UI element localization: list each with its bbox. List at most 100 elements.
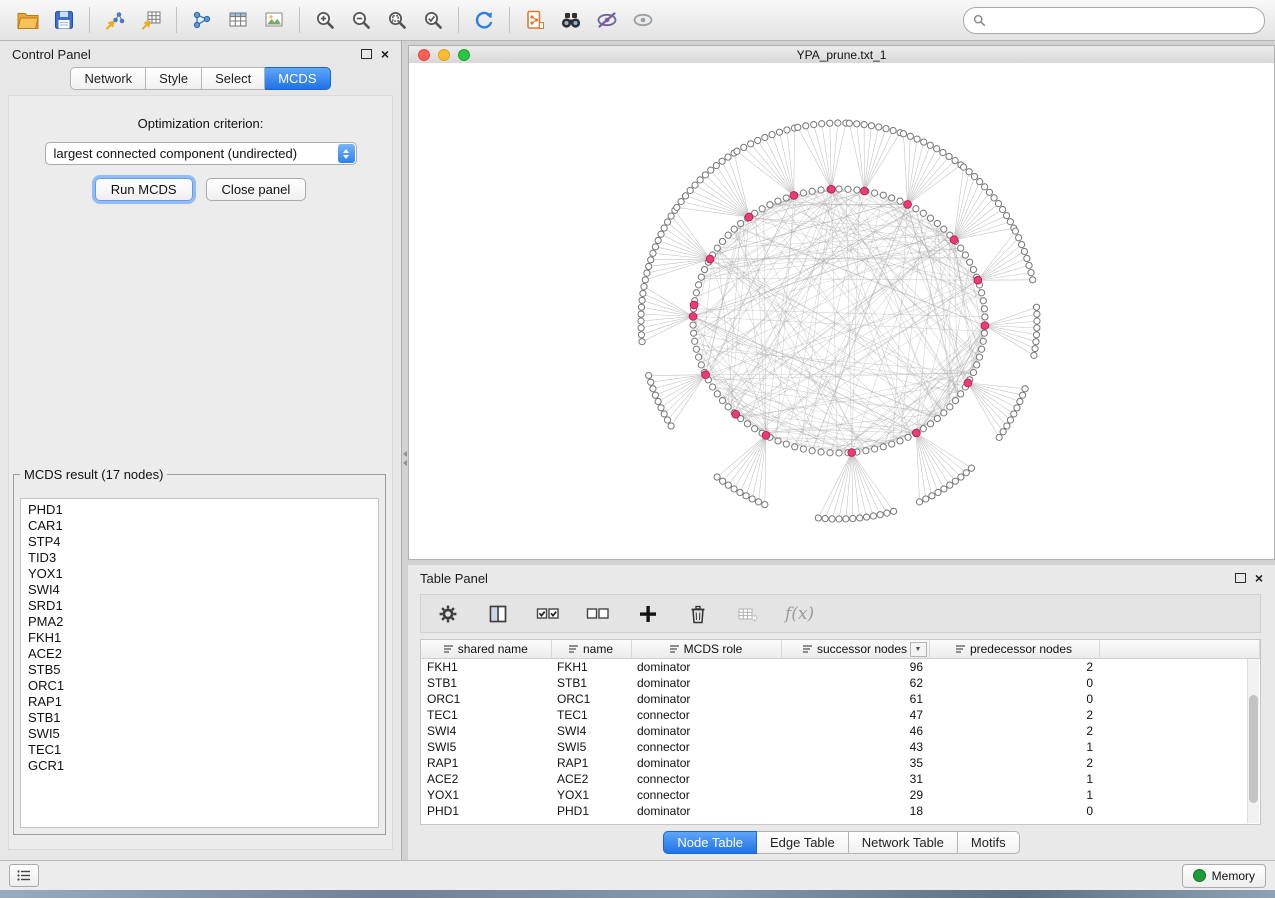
table-cell[interactable]: FKH1	[421, 659, 551, 676]
table-cell[interactable]: ACE2	[551, 771, 631, 787]
new-table-icon[interactable]	[220, 5, 256, 35]
add-row-icon[interactable]	[635, 601, 661, 627]
table-cell[interactable]: YOX1	[421, 787, 551, 803]
col-name[interactable]: name	[551, 640, 631, 659]
table-cell[interactable]: 1	[929, 739, 1099, 755]
mcds-node-item[interactable]: SWI4	[28, 582, 378, 598]
table-row[interactable]: ORC1ORC1dominator610	[421, 691, 1260, 707]
mcds-node-item[interactable]: PHD1	[28, 502, 378, 518]
save-icon[interactable]	[46, 5, 82, 35]
search-input[interactable]	[963, 7, 1265, 34]
select-all-icon[interactable]	[535, 601, 561, 627]
table-cell[interactable]: STB1	[421, 675, 551, 691]
table-cell[interactable]: ORC1	[421, 691, 551, 707]
mcds-node-item[interactable]: SWI5	[28, 726, 378, 742]
col-mcds-role[interactable]: MCDS role	[631, 640, 781, 659]
table-cell[interactable]: 62	[781, 675, 929, 691]
float-window-icon[interactable]	[1235, 573, 1246, 583]
run-mcds-button[interactable]: Run MCDS	[95, 178, 193, 201]
table-cell[interactable]: dominator	[631, 755, 781, 771]
float-window-icon[interactable]	[361, 49, 372, 59]
mcds-node-item[interactable]: TEC1	[28, 742, 378, 758]
table-cell[interactable]: 0	[929, 675, 1099, 691]
close-panel-button[interactable]: Close panel	[206, 178, 307, 201]
import-network-icon[interactable]	[97, 5, 133, 35]
share-document-icon[interactable]	[517, 5, 553, 35]
memory-button[interactable]: Memory	[1182, 864, 1266, 888]
criterion-dropdown[interactable]: largest connected component (undirected)	[45, 142, 357, 165]
search-field[interactable]	[992, 12, 1255, 28]
tab-motifs[interactable]: Motifs	[958, 831, 1020, 854]
hide-selected-icon[interactable]	[589, 5, 625, 35]
table-cell[interactable]: 43	[781, 739, 929, 755]
mcds-node-item[interactable]: RAP1	[28, 694, 378, 710]
maximize-traffic-icon[interactable]	[458, 49, 470, 61]
search-network-icon[interactable]	[553, 5, 589, 35]
close-traffic-icon[interactable]	[418, 49, 430, 61]
table-cell[interactable]: FKH1	[551, 659, 631, 676]
table-cell[interactable]: 2	[929, 659, 1099, 676]
col-successor-nodes[interactable]: successor nodes▼	[781, 640, 929, 659]
minimize-traffic-icon[interactable]	[438, 49, 450, 61]
mcds-node-item[interactable]: FKH1	[28, 630, 378, 646]
table-cell[interactable]: dominator	[631, 675, 781, 691]
mcds-node-item[interactable]: STP4	[28, 534, 378, 550]
show-all-icon[interactable]	[625, 5, 661, 35]
table-cell[interactable]: 2	[929, 707, 1099, 723]
table-cell[interactable]: connector	[631, 707, 781, 723]
table-row[interactable]: ACE2ACE2connector311	[421, 771, 1260, 787]
table-cell[interactable]: 0	[929, 691, 1099, 707]
zoom-out-icon[interactable]	[343, 5, 379, 35]
table-cell[interactable]: ACE2	[421, 771, 551, 787]
col-predecessor-nodes[interactable]: predecessor nodes	[929, 640, 1099, 659]
table-cell[interactable]: connector	[631, 739, 781, 755]
table-cell[interactable]: SWI5	[551, 739, 631, 755]
new-network-icon[interactable]	[184, 5, 220, 35]
table-cell[interactable]: SWI5	[421, 739, 551, 755]
tab-style[interactable]: Style	[146, 67, 202, 90]
column-visibility-icon[interactable]	[485, 601, 511, 627]
table-scrollbar[interactable]	[1247, 659, 1259, 823]
open-folder-icon[interactable]	[10, 5, 46, 35]
mcds-node-item[interactable]: CAR1	[28, 518, 378, 534]
network-canvas[interactable]	[409, 63, 1274, 559]
table-cell[interactable]: SWI4	[551, 723, 631, 739]
table-cell[interactable]: 35	[781, 755, 929, 771]
mcds-node-item[interactable]: STB1	[28, 710, 378, 726]
table-cell[interactable]: STB1	[551, 675, 631, 691]
table-cell[interactable]: 2	[929, 723, 1099, 739]
table-cell[interactable]: RAP1	[421, 755, 551, 771]
zoom-in-icon[interactable]	[307, 5, 343, 35]
zoom-selected-icon[interactable]	[415, 5, 451, 35]
deselect-all-icon[interactable]	[585, 601, 611, 627]
table-cell[interactable]: 61	[781, 691, 929, 707]
table-cell[interactable]: 18	[781, 803, 929, 819]
table-cell[interactable]: TEC1	[551, 707, 631, 723]
table-cell[interactable]: 0	[929, 803, 1099, 819]
table-cell[interactable]: 1	[929, 787, 1099, 803]
tab-mcds[interactable]: MCDS	[265, 67, 330, 90]
table-cell[interactable]: YOX1	[551, 787, 631, 803]
table-row[interactable]: SWI4SWI4dominator462	[421, 723, 1260, 739]
network-titlebar[interactable]: YPA_prune.txt_1	[409, 46, 1274, 64]
mcds-node-item[interactable]: PMA2	[28, 614, 378, 630]
network-graph[interactable]	[409, 63, 1274, 559]
column-menu-icon[interactable]: ▼	[910, 642, 927, 657]
mcds-node-item[interactable]: ACE2	[28, 646, 378, 662]
table-cell[interactable]: connector	[631, 787, 781, 803]
mcds-node-item[interactable]: STB5	[28, 662, 378, 678]
table-cell[interactable]: dominator	[631, 803, 781, 819]
table-row[interactable]: RAP1RAP1dominator352	[421, 755, 1260, 771]
table-cell[interactable]: 47	[781, 707, 929, 723]
mcds-node-item[interactable]: ORC1	[28, 678, 378, 694]
table-cell[interactable]: TEC1	[421, 707, 551, 723]
table-cell[interactable]: 1	[929, 771, 1099, 787]
table-row[interactable]: STB1STB1dominator620	[421, 675, 1260, 691]
table-cell[interactable]: 31	[781, 771, 929, 787]
apply-layout-icon[interactable]	[466, 5, 502, 35]
table-cell[interactable]: dominator	[631, 659, 781, 676]
col-shared-name[interactable]: shared name	[421, 640, 551, 659]
zoom-fit-icon[interactable]	[379, 5, 415, 35]
mcds-result-list[interactable]: PHD1CAR1STP4TID3YOX1SWI4SRD1PMA2FKH1ACE2…	[20, 498, 379, 828]
mcds-node-item[interactable]: TID3	[28, 550, 378, 566]
